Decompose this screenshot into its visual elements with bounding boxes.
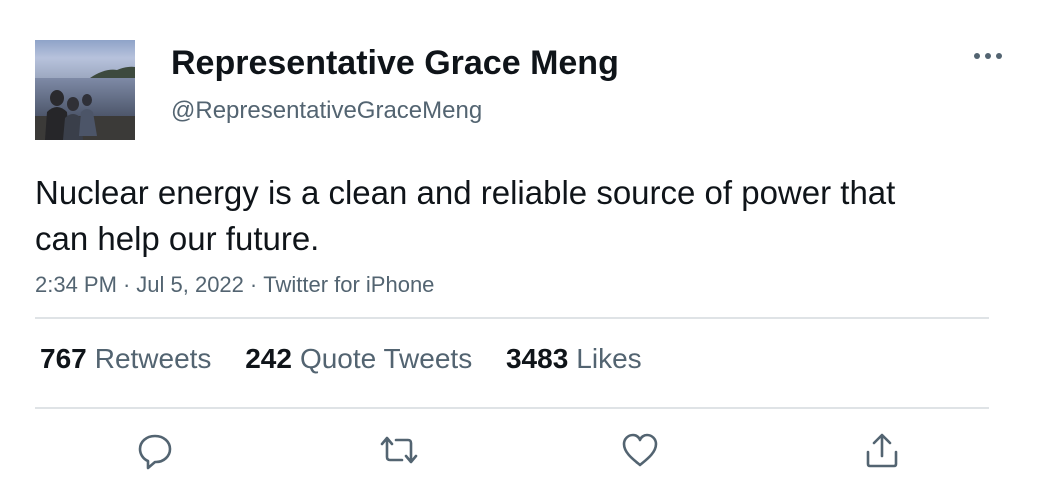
heart-icon xyxy=(622,433,658,467)
quote-tweets-label: Quote Tweets xyxy=(299,343,473,374)
likes-stat[interactable]: 3483 Likes xyxy=(506,340,642,378)
likes-label: Likes xyxy=(576,343,642,374)
quote-tweets-stat[interactable]: 242 Quote Tweets xyxy=(245,340,472,378)
author-display-name[interactable]: Representative Grace Meng xyxy=(171,42,619,84)
retweets-count: 767 xyxy=(40,343,87,374)
likes-count: 3483 xyxy=(505,343,569,374)
more-horizontal-icon xyxy=(974,53,1002,59)
divider xyxy=(35,317,989,319)
retweet-icon xyxy=(380,436,418,464)
quote-tweets-count: 242 xyxy=(245,343,292,374)
tweet-time[interactable]: 2:34 PM xyxy=(35,272,117,297)
retweets-label: Retweets xyxy=(94,343,212,374)
author-handle[interactable]: @RepresentativeGraceMeng xyxy=(171,96,482,126)
reply-button[interactable] xyxy=(133,428,177,472)
more-options-button[interactable] xyxy=(970,42,1006,70)
meta-separator: · xyxy=(249,272,258,297)
tweet-date[interactable]: Jul 5, 2022 xyxy=(136,272,244,297)
reply-icon xyxy=(138,434,172,470)
avatar[interactable] xyxy=(35,40,135,140)
retweets-stat[interactable]: 767 Retweets xyxy=(40,340,211,378)
divider xyxy=(35,407,989,409)
share-button[interactable] xyxy=(860,428,904,472)
like-button[interactable] xyxy=(618,428,662,472)
engagement-stats: 767 Retweets 242 Quote Tweets 3483 Likes xyxy=(40,340,668,378)
profile-photo xyxy=(35,40,135,140)
tweet-text: Nuclear energy is a clean and reliable s… xyxy=(35,174,896,257)
retweet-button[interactable] xyxy=(377,428,421,472)
tweet-source[interactable]: Twitter for iPhone xyxy=(263,272,434,297)
share-icon xyxy=(866,433,898,468)
tweet-metadata: 2:34 PM · Jul 5, 2022 · Twitter for iPhone xyxy=(35,270,434,300)
meta-separator: · xyxy=(122,272,131,297)
